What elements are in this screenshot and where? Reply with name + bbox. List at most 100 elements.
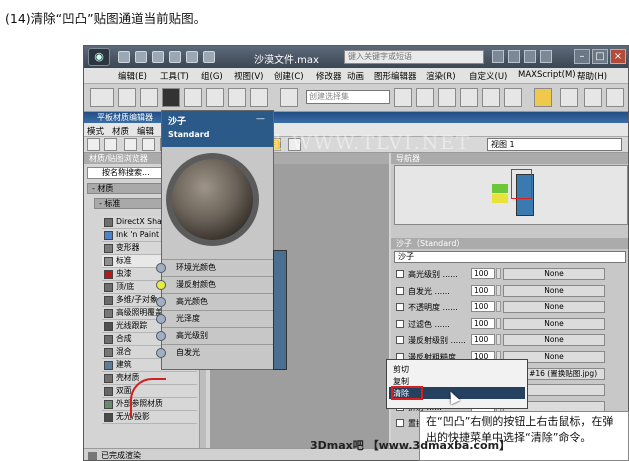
menu-maxscript[interactable]: MAXScript(M) xyxy=(518,70,576,80)
node-socket[interactable]: 高光级别 xyxy=(156,327,275,343)
amount-spinner[interactable] xyxy=(496,301,501,313)
layer-manager-icon[interactable] xyxy=(438,88,456,107)
socket-label: 高光颜色 xyxy=(176,297,208,306)
nav-viewport-frame[interactable] xyxy=(511,169,532,199)
map-amount-input[interactable]: 100 xyxy=(471,334,495,346)
menu-group[interactable]: 组(G) xyxy=(201,70,223,82)
node-minimize-icon[interactable]: — xyxy=(256,114,265,124)
map-amount-input[interactable]: 100 xyxy=(471,268,495,279)
mirror-icon[interactable] xyxy=(394,88,412,107)
binoculars-icon[interactable] xyxy=(492,50,504,63)
angle-snap-icon[interactable] xyxy=(206,88,224,107)
map-slot-button[interactable]: None xyxy=(503,317,605,330)
minimize-button[interactable]: – xyxy=(574,49,590,64)
snap-3d-icon[interactable] xyxy=(184,88,202,107)
window-title: 沙漠文件.max xyxy=(254,55,319,66)
named-selection-input[interactable]: 创建选择集 xyxy=(306,90,390,104)
socket-dot-icon[interactable] xyxy=(156,314,166,324)
open-file-icon[interactable] xyxy=(135,51,147,63)
select-tool-icon[interactable] xyxy=(87,138,100,151)
curve-editor-icon[interactable] xyxy=(482,88,500,107)
menu-views[interactable]: 视图(V) xyxy=(234,70,263,82)
map-slot-button[interactable]: None xyxy=(503,284,605,297)
map-enable-checkbox[interactable] xyxy=(396,303,404,312)
help-icon[interactable] xyxy=(540,50,552,63)
menu-help[interactable]: 帮助(H) xyxy=(577,70,607,82)
app-logo-icon[interactable]: ◉ xyxy=(88,48,110,66)
sme-menu-mode[interactable]: 模式 xyxy=(87,125,104,137)
pick-material-icon[interactable] xyxy=(104,138,117,151)
amount-spinner[interactable] xyxy=(496,334,501,346)
undo-icon[interactable] xyxy=(169,51,181,63)
new-file-icon[interactable] xyxy=(118,51,130,63)
delete-icon[interactable] xyxy=(142,138,155,151)
map-enable-checkbox[interactable] xyxy=(396,270,404,278)
menu-edit[interactable]: 编辑(E) xyxy=(118,70,147,82)
material-node[interactable]: 沙子 Standard — 环境光颜色 漫反射颜色 高光颜色 光泽度 高光级别 自发光 xyxy=(156,110,275,370)
selection-filter[interactable] xyxy=(90,88,114,107)
rendered-frame-icon[interactable] xyxy=(584,88,602,107)
map-slot-button[interactable]: None xyxy=(503,334,605,347)
map-enable-checkbox[interactable] xyxy=(396,319,404,328)
spinner-snap-icon[interactable] xyxy=(250,88,268,107)
map-label: 自发光 ...... xyxy=(408,286,450,296)
search-input[interactable]: 键入关键字或短语 xyxy=(344,50,484,64)
graphite-icon[interactable] xyxy=(460,88,478,107)
map-row: 不透明度 ...... 100 None xyxy=(396,301,628,314)
menu-rendering[interactable]: 渲染(R) xyxy=(426,70,456,82)
map-amount-input[interactable]: 100 xyxy=(471,284,495,296)
view-select[interactable]: 视图 1 xyxy=(487,138,622,151)
close-button[interactable]: × xyxy=(610,49,626,64)
socket-dot-icon[interactable] xyxy=(156,280,166,290)
menu-cut[interactable]: 剪切 xyxy=(393,364,409,375)
menu-modifiers[interactable]: 修改器 xyxy=(316,70,342,82)
node-socket[interactable]: 环境光颜色 xyxy=(156,259,275,275)
align-icon[interactable] xyxy=(416,88,434,107)
material-editor-icon[interactable] xyxy=(534,88,552,107)
select-by-name-icon[interactable] xyxy=(140,88,158,107)
material-item-label: 标准 xyxy=(116,256,132,265)
socket-dot-icon[interactable] xyxy=(156,348,166,358)
maximize-button[interactable]: □ xyxy=(592,49,608,64)
socket-dot-icon[interactable] xyxy=(156,297,166,307)
map-enable-checkbox[interactable] xyxy=(396,336,404,345)
node-socket[interactable]: 光泽度 xyxy=(156,310,275,326)
menu-tools[interactable]: 工具(T) xyxy=(160,70,189,82)
render-setup-icon[interactable] xyxy=(560,88,578,107)
socket-dot-icon[interactable] xyxy=(156,263,166,273)
project-folder-icon[interactable] xyxy=(203,51,215,63)
menu-graph-editors[interactable]: 图形编辑器 xyxy=(374,70,417,82)
amount-spinner[interactable] xyxy=(496,268,501,279)
render-teapot-icon[interactable] xyxy=(606,88,624,107)
sme-menu-edit[interactable]: 编辑 xyxy=(137,125,154,137)
map-enable-checkbox[interactable] xyxy=(396,419,404,428)
tools-icon[interactable] xyxy=(524,50,536,63)
save-file-icon[interactable] xyxy=(152,51,164,63)
amount-spinner[interactable] xyxy=(496,317,501,329)
star-icon[interactable] xyxy=(508,50,520,63)
map-amount-input[interactable]: 100 xyxy=(471,301,495,313)
map-slot-button[interactable]: None xyxy=(503,268,605,280)
redo-icon[interactable] xyxy=(186,51,198,63)
material-name-field[interactable]: 沙子 xyxy=(394,251,626,263)
put-to-scene-icon[interactable] xyxy=(124,138,137,151)
node-socket[interactable]: 漫反射颜色 xyxy=(156,276,275,292)
percent-snap-icon[interactable] xyxy=(228,88,246,107)
title-bar: ◉ 沙漠文件.max 键入关键字或短语 – □ × xyxy=(84,46,628,68)
sme-menu-material[interactable]: 材质 xyxy=(112,125,129,137)
schematic-view-icon[interactable] xyxy=(504,88,522,107)
map-enable-checkbox[interactable] xyxy=(396,286,404,295)
socket-dot-icon[interactable] xyxy=(156,331,166,341)
menu-customize[interactable]: 自定义(U) xyxy=(469,70,507,82)
material-swatch-icon xyxy=(104,257,113,266)
select-object-icon[interactable] xyxy=(118,88,136,107)
amount-spinner[interactable] xyxy=(496,284,501,296)
menu-animation[interactable]: 动画 xyxy=(347,70,364,82)
menu-create[interactable]: 创建(C) xyxy=(274,70,304,82)
node-socket[interactable]: 自发光 xyxy=(156,344,275,360)
edit-named-selection-icon[interactable] xyxy=(280,88,298,107)
node-socket[interactable]: 高光颜色 xyxy=(156,293,275,309)
map-amount-input[interactable]: 100 xyxy=(471,317,495,329)
map-slot-button[interactable]: None xyxy=(503,301,605,314)
select-region-icon[interactable] xyxy=(162,88,180,107)
